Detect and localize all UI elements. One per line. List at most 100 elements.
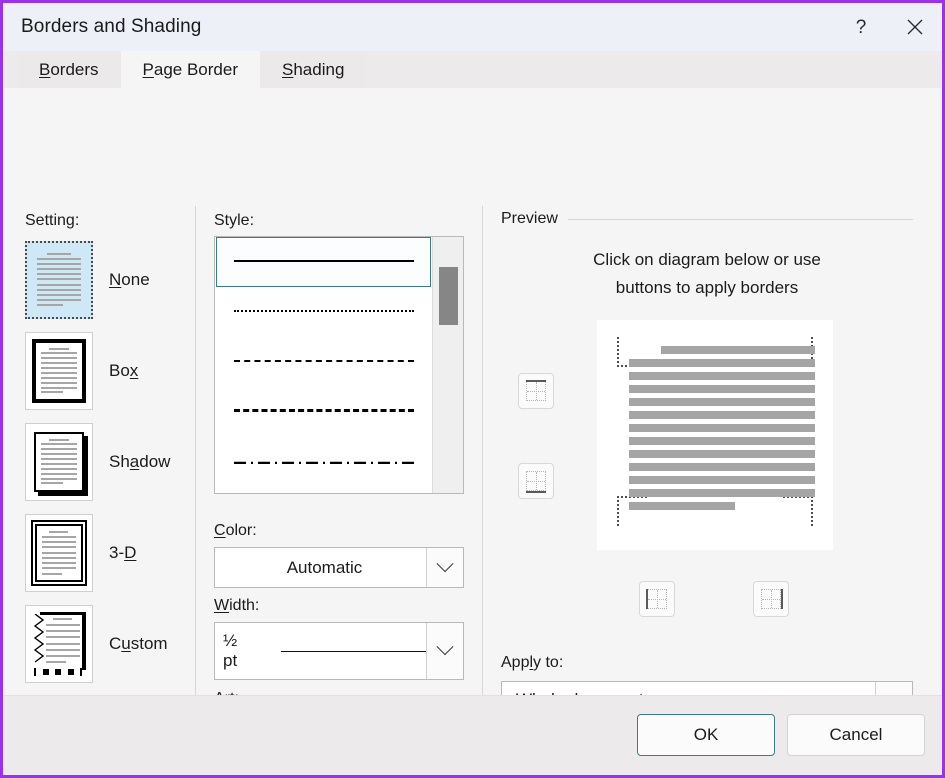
tab-strip: Borders Page Border Shading (3, 51, 942, 88)
title-bar-buttons: ? (834, 3, 942, 51)
setting-item-shadow[interactable]: Shadow (25, 416, 170, 507)
width-label: Width: (214, 597, 260, 614)
solid-line-icon (233, 259, 414, 265)
setting-thumb-custom (25, 604, 93, 683)
preview-group-header: Preview (501, 210, 913, 228)
custom-top-edge (40, 611, 86, 615)
preview-hint-line2: buttons to apply borders (615, 278, 799, 297)
setting-item-3d-label: 3-D (109, 542, 137, 562)
style-scrollbar-thumb[interactable] (439, 267, 458, 325)
cancel-button[interactable]: Cancel (787, 714, 925, 756)
style-listbox[interactable] (214, 236, 464, 494)
close-icon (907, 19, 923, 35)
setting-thumb-none (25, 240, 93, 319)
bottom-border-toggle[interactable] (518, 463, 554, 499)
cancel-button-label: Cancel (829, 725, 883, 744)
bottom-edge-marker (526, 491, 546, 493)
setting-item-box[interactable]: Box (25, 325, 170, 416)
dialog-content: Setting: None Box Shadow 3-D Custom Styl… (3, 88, 942, 695)
color-label: Color: (214, 522, 257, 539)
style-scrollbar[interactable] (432, 237, 463, 493)
setting-item-custom-label: Custom (109, 633, 168, 653)
thumb-text-lines (37, 252, 81, 307)
left-edge-marker (646, 589, 648, 609)
divider-style-preview (482, 206, 483, 695)
right-border-toggle[interactable] (753, 581, 789, 617)
help-button[interactable]: ? (834, 3, 888, 51)
title-bar: Borders and Shading ? (3, 3, 942, 51)
thumb-text-lines (41, 347, 77, 394)
dotted-line-icon (233, 309, 414, 315)
color-value: Automatic (286, 557, 363, 577)
apply-to-combobox[interactable]: Whole document (501, 681, 913, 695)
dialog-title: Borders and Shading (21, 16, 202, 37)
preview-hint: Click on diagram below or use buttons to… (501, 246, 913, 302)
setting-item-custom[interactable]: Custom (25, 598, 170, 689)
page-thumbnail-custom (32, 611, 86, 676)
setting-thumb-3d (25, 513, 93, 592)
setting-label: Setting: (25, 212, 80, 229)
apply-to-label: Apply to: (501, 654, 564, 671)
setting-item-box-label: Box (109, 360, 139, 380)
tab-page-border[interactable]: Page Border (120, 51, 260, 88)
top-edge-marker (526, 380, 546, 382)
custom-zigzag-edge-icon (34, 613, 44, 663)
dash-dot-line-icon (233, 461, 414, 464)
fine-dashed-line-icon (233, 359, 414, 365)
color-dropdown-arrow[interactable] (426, 548, 463, 587)
page-thumbnail-3d (31, 519, 87, 586)
style-label: Style: (214, 212, 255, 229)
preview-label: Preview (501, 210, 558, 227)
style-item-dotted-line[interactable] (215, 287, 432, 337)
ok-button[interactable]: OK (637, 714, 775, 756)
question-mark-icon: ? (855, 16, 867, 38)
ok-button-label: OK (693, 725, 719, 744)
color-combobox[interactable]: Automatic (214, 547, 464, 588)
page-thumbnail-shadow (34, 431, 84, 492)
tab-borders[interactable]: Borders (17, 51, 121, 88)
top-border-toggle[interactable] (518, 373, 554, 409)
style-item-solid-line[interactable] (216, 237, 431, 287)
preview-text-lines (629, 346, 815, 510)
tab-shading[interactable]: Shading (260, 51, 367, 88)
tab-page-border-label: Page Border (142, 59, 238, 79)
setting-item-shadow-label: Shadow (109, 451, 171, 471)
style-item-dash-dot-line[interactable] (215, 437, 432, 487)
setting-thumb-shadow (25, 422, 93, 501)
thumb-text-lines (46, 617, 80, 664)
dialog-footer: OK Cancel (3, 695, 942, 775)
left-border-toggle[interactable] (639, 581, 675, 617)
borders-and-shading-dialog: Borders and Shading ? Borders Page Borde… (0, 0, 945, 778)
width-dropdown-arrow[interactable] (426, 623, 463, 679)
apply-to-dropdown-arrow[interactable] (875, 682, 912, 695)
setting-thumb-box (25, 331, 93, 410)
width-combobox[interactable]: ½ pt (214, 622, 464, 680)
width-sample-line-icon (281, 650, 426, 652)
tab-borders-label: Borders (39, 59, 99, 79)
thumb-text-lines (41, 438, 77, 485)
top-border-icon (526, 381, 546, 401)
right-border-icon (761, 589, 781, 609)
setting-item-3d[interactable]: 3-D (25, 507, 170, 598)
custom-right-edge (82, 611, 86, 670)
preview-header-rule (567, 218, 913, 220)
bottom-border-icon (526, 471, 546, 491)
right-edge-marker (781, 589, 783, 609)
setting-item-none-label: None (109, 269, 150, 289)
apply-to-value: Whole document (502, 682, 875, 695)
style-item-fine-dashed-line[interactable] (215, 337, 432, 387)
setting-item-none[interactable]: None (25, 234, 170, 325)
close-button[interactable] (888, 3, 942, 51)
setting-list: None Box Shadow 3-D Custom (25, 234, 170, 689)
preview-hint-line1: Click on diagram below or use (593, 250, 821, 269)
left-border-icon (647, 589, 667, 609)
custom-bottom-edge (34, 667, 82, 676)
style-list (215, 237, 432, 493)
width-value: ½ pt (223, 631, 238, 670)
chevron-down-icon (436, 638, 454, 656)
chevron-down-icon (436, 554, 454, 572)
preview-page-diagram[interactable] (597, 320, 833, 550)
thumb-text-lines (42, 530, 76, 575)
style-item-dashed-line[interactable] (215, 387, 432, 437)
page-thumbnail-none (32, 247, 86, 312)
